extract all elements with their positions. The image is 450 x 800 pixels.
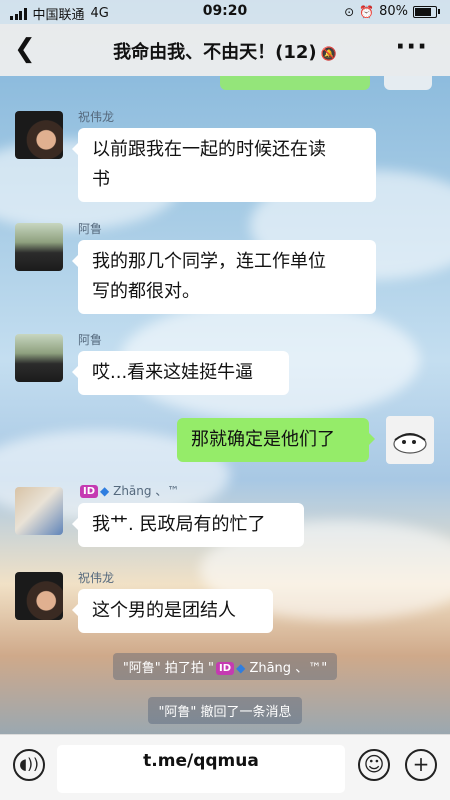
- chat-title-wrap: 我命由我、不由天！(12) 🔕: [0, 38, 450, 64]
- message-text: 这个男的是团结人: [92, 600, 236, 621]
- message-bubble[interactable]: 我的那几个同学，连工作单位 写的都很对。: [72, 240, 376, 314]
- message-text: 哎...看来这娃挺牛逼: [92, 362, 254, 383]
- sender-suffix: 、™: [155, 484, 180, 498]
- message-bubble[interactable]: 我艹. 民政局有的忙了: [72, 503, 304, 547]
- message-input-text: t.me/qqmua: [143, 751, 259, 771]
- battery-cap: [438, 9, 440, 14]
- message-bubble[interactable]: 这个男的是团结人: [72, 589, 273, 633]
- pat-name: Zhāng: [249, 661, 292, 676]
- pat-prefix: "阿鲁" 拍了拍 ": [122, 661, 215, 676]
- sender-name: 祝伟龙: [78, 110, 115, 124]
- chat-title: 我命由我、不由天！(12): [113, 42, 317, 63]
- battery-label: 80%: [379, 4, 408, 19]
- add-icon[interactable]: +: [405, 749, 437, 781]
- diamond-icon: ◆: [236, 661, 246, 675]
- system-message-recall: "阿鲁" 撤回了一条消息: [0, 697, 450, 724]
- status-bar: 中国联通 4G 09:20 ⊙ ⏰ 80%: [0, 0, 450, 24]
- previous-message-fragment: [384, 76, 432, 90]
- avatar[interactable]: [15, 334, 63, 382]
- previous-message-fragment: [220, 76, 370, 90]
- cartoon-avatar-icon: [393, 433, 427, 454]
- message-bubble-self[interactable]: 那就确定是他们了: [177, 418, 375, 462]
- id-badge-icon: ID: [80, 485, 99, 498]
- pat-suffix: 、™": [295, 661, 328, 676]
- self-avatar[interactable]: [386, 416, 434, 464]
- chat-screen: 中国联通 4G 09:20 ⊙ ⏰ 80% ❮ 我命由我、不由天！(12) 🔕 ·…: [0, 0, 450, 800]
- avatar[interactable]: [15, 487, 63, 535]
- sender-name-badged: ID ◆ Zhāng 、™: [78, 482, 179, 499]
- sender-name: 阿鲁: [78, 333, 103, 347]
- message-bubble[interactable]: 以前跟我在一起的时候还在读 书: [72, 128, 376, 202]
- sender-name: 祝伟龙: [78, 571, 115, 585]
- diamond-icon: ◆: [100, 484, 110, 498]
- emoji-icon[interactable]: ☺: [358, 749, 390, 781]
- message-input[interactable]: t.me/qqmua: [57, 745, 345, 793]
- rotation-lock-icon: ⊙: [344, 4, 355, 19]
- message-text: 那就确定是他们了: [191, 429, 335, 450]
- more-icon[interactable]: ···: [395, 34, 428, 60]
- avatar[interactable]: [15, 572, 63, 620]
- id-badge-icon: ID: [216, 662, 235, 675]
- sender-name: Zhāng: [113, 484, 152, 498]
- message-text: 书: [92, 169, 110, 190]
- voice-input-icon[interactable]: ◖)): [13, 749, 45, 781]
- alarm-icon: ⏰: [359, 4, 375, 19]
- mute-bell-icon: 🔕: [320, 47, 337, 62]
- status-right: ⊙ ⏰ 80%: [344, 4, 440, 19]
- message-text: 写的都很对。: [92, 281, 200, 302]
- battery-icon: [413, 5, 437, 18]
- chat-header: ❮ 我命由我、不由天！(12) 🔕 ···: [0, 24, 450, 76]
- recall-notice: "阿鲁" 撤回了一条消息: [148, 697, 302, 724]
- avatar[interactable]: [15, 111, 63, 159]
- avatar[interactable]: [15, 223, 63, 271]
- sender-name: 阿鲁: [78, 222, 103, 236]
- system-pill: "阿鲁" 拍了拍 " ID ◆ Zhāng 、™": [112, 653, 338, 680]
- message-bubble[interactable]: 哎...看来这娃挺牛逼: [72, 351, 289, 395]
- input-bar: ◖)) t.me/qqmua ☺ +: [0, 734, 450, 800]
- system-message-pat: "阿鲁" 拍了拍 " ID ◆ Zhāng 、™": [0, 653, 450, 680]
- message-text: 我艹. 民政局有的忙了: [92, 514, 266, 535]
- message-text: 我的那几个同学，连工作单位: [92, 251, 326, 272]
- message-text: 以前跟我在一起的时候还在读: [92, 139, 326, 160]
